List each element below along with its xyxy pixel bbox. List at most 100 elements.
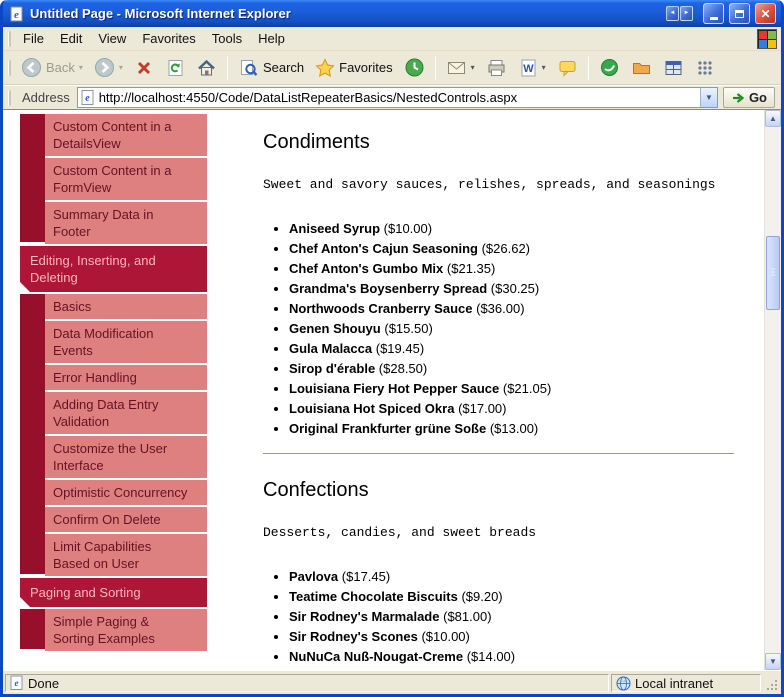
- product-price: ($17.45): [341, 569, 391, 584]
- go-label: Go: [748, 90, 767, 105]
- fullscreen-button[interactable]: [658, 55, 689, 81]
- toolbar-separator: [587, 55, 589, 80]
- resize-grip[interactable]: [763, 674, 779, 692]
- sidebar-item[interactable]: Limit Capabilities Based on User: [45, 534, 207, 576]
- product-item: Teatime Chocolate Biscuits ($9.20): [289, 587, 734, 607]
- back-dropdown-icon[interactable]: ▾: [79, 63, 83, 72]
- product-item: Pavlova ($17.45): [289, 567, 734, 587]
- product-price: ($14.00): [466, 649, 516, 664]
- toolbar-grip[interactable]: [8, 89, 11, 106]
- sidebar-item[interactable]: Custom Content in a DetailsView: [45, 114, 207, 156]
- messenger-icon: [600, 59, 618, 76]
- sidebar-item[interactable]: Adding Data Entry Validation: [45, 392, 207, 434]
- category-title: Confections: [263, 479, 369, 501]
- pane-left-icon[interactable]: ◄: [666, 6, 679, 21]
- discuss-button[interactable]: [552, 55, 583, 81]
- menu-item-file[interactable]: File: [15, 28, 52, 49]
- quick-links-button[interactable]: [690, 55, 720, 81]
- arrow-down-icon: ▼: [769, 657, 777, 666]
- product-item: Chef Anton's Cajun Seasoning ($26.62): [289, 239, 734, 259]
- title-bar[interactable]: e Untitled Page - Microsoft Internet Exp…: [3, 0, 781, 27]
- sidebar-item[interactable]: Summary Data in Footer: [45, 202, 207, 244]
- product-price: ($15.50): [384, 321, 433, 336]
- mail-dropdown-icon[interactable]: ▾: [471, 63, 475, 72]
- stop-button[interactable]: [129, 55, 159, 81]
- refresh-button[interactable]: [160, 55, 190, 81]
- toolbar-separator: [226, 55, 228, 80]
- home-button[interactable]: [191, 55, 222, 81]
- forward-button[interactable]: ▾: [89, 54, 128, 81]
- close-button[interactable]: ✕: [755, 3, 776, 24]
- product-name: Grandma's Boysenberry Spread: [289, 281, 488, 296]
- product-name: Sirop d'érable: [289, 361, 376, 376]
- menu-item-tools[interactable]: Tools: [204, 28, 250, 49]
- favorites-button[interactable]: Favorites: [310, 55, 397, 81]
- address-field[interactable]: e http://localhost:4550/Code/DataListRep…: [76, 87, 718, 108]
- toolbar-grip[interactable]: [8, 59, 11, 76]
- minimize-icon: [709, 16, 718, 20]
- back-button[interactable]: Back ▾: [16, 54, 88, 81]
- edit-dropdown-icon[interactable]: ▾: [542, 63, 546, 72]
- product-price: ($28.50): [378, 361, 428, 376]
- edit-button[interactable]: W ▾: [513, 55, 551, 81]
- scroll-thumb[interactable]: [766, 236, 780, 310]
- svg-text:W: W: [523, 63, 534, 75]
- sidebar-item[interactable]: Data Modification Events: [45, 321, 207, 363]
- window-pane-arrows[interactable]: ◄ ►: [666, 6, 693, 21]
- product-list: Pavlova ($17.45)Teatime Chocolate Biscui…: [289, 567, 734, 670]
- sidebar-section-header[interactable]: Paging and Sorting: [20, 578, 207, 607]
- standard-toolbar: Back ▾ ▾ Search Favorites ▾ W ▾: [3, 51, 781, 85]
- address-input[interactable]: http://localhost:4550/Code/DataListRepea…: [99, 90, 696, 105]
- product-price: ($13.00): [489, 421, 539, 436]
- mail-button[interactable]: ▾: [441, 55, 480, 81]
- sidebar-item[interactable]: Basics: [45, 294, 207, 319]
- print-button[interactable]: [481, 55, 512, 81]
- page-icon: e: [81, 90, 94, 105]
- favorites-label: Favorites: [339, 60, 393, 75]
- product-name: Chef Anton's Cajun Seasoning: [289, 241, 478, 256]
- menu-item-favorites[interactable]: Favorites: [134, 28, 203, 49]
- pane-right-icon[interactable]: ►: [680, 6, 693, 21]
- product-name: Sir Rodney's Marmalade: [289, 609, 440, 624]
- menu-item-help[interactable]: Help: [250, 28, 293, 49]
- maximize-button[interactable]: [729, 3, 750, 24]
- scroll-up-button[interactable]: ▲: [765, 110, 781, 127]
- product-item: Chef Anton's Gumbo Mix ($21.35): [289, 259, 734, 279]
- address-dropdown-icon[interactable]: ▼: [699, 88, 717, 107]
- product-item: Grandma's Boysenberry Spread ($30.25): [289, 279, 734, 299]
- stop-icon: [137, 61, 150, 74]
- history-button[interactable]: [399, 54, 430, 81]
- browser-window: e Untitled Page - Microsoft Internet Exp…: [0, 0, 784, 697]
- sidebar-section-header[interactable]: Editing, Inserting, and Deleting: [20, 246, 207, 292]
- scroll-down-button[interactable]: ▼: [765, 653, 781, 670]
- vertical-scrollbar[interactable]: ▲ ▼: [764, 110, 781, 670]
- product-item: Original Frankfurter grüne Soße ($13.00): [289, 419, 734, 439]
- edit-word-icon: W: [521, 59, 536, 76]
- go-button[interactable]: Go: [722, 87, 775, 108]
- menu-item-edit[interactable]: Edit: [52, 28, 90, 49]
- search-label: Search: [262, 60, 305, 75]
- sidebar-item[interactable]: Error Handling: [45, 365, 207, 390]
- toolbar-grip[interactable]: [8, 30, 11, 47]
- sidebar-item[interactable]: Simple Paging & Sorting Examples: [45, 609, 207, 651]
- messenger-button[interactable]: [594, 54, 625, 81]
- sidebar-item[interactable]: Optimistic Concurrency: [45, 480, 207, 505]
- sidebar-item[interactable]: Customize the User Interface: [45, 436, 207, 478]
- forward-dropdown-icon[interactable]: ▾: [119, 63, 123, 72]
- product-name: Aniseed Syrup: [289, 221, 381, 236]
- back-label: Back: [46, 60, 75, 75]
- product-list: Aniseed Syrup ($10.00)Chef Anton's Cajun…: [289, 219, 734, 439]
- folders-button[interactable]: [626, 55, 657, 81]
- product-price: ($30.25): [490, 281, 540, 296]
- sidebar-item[interactable]: Confirm On Delete: [45, 507, 207, 532]
- sidebar: Custom Content in a DetailsView Custom Co…: [20, 110, 207, 670]
- search-button[interactable]: Search: [233, 55, 309, 81]
- product-name: NuNuCa Nuß-Nougat-Creme: [289, 649, 464, 664]
- category-title: Condiments: [263, 131, 370, 153]
- menu-item-view[interactable]: View: [90, 28, 134, 49]
- main-content: Condiments Sweet and savory sauces, relis…: [207, 110, 764, 670]
- product-name: Pavlova: [289, 569, 339, 584]
- minimize-button[interactable]: [703, 3, 724, 24]
- product-price: ($17.00): [458, 401, 507, 416]
- sidebar-item[interactable]: Custom Content in a FormView: [45, 158, 207, 200]
